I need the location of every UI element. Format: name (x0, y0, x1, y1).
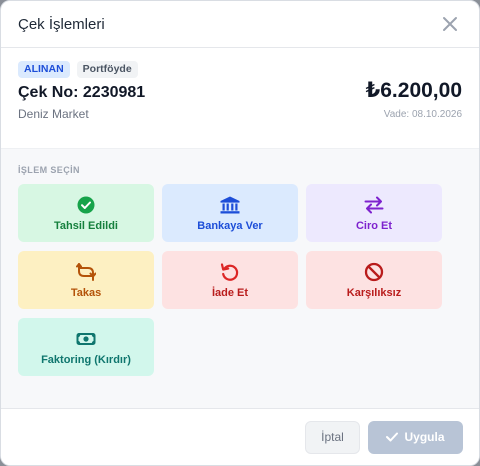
action-label: İade Et (211, 286, 249, 299)
modal-title: Çek İşlemleri (18, 15, 105, 33)
due-date: Vade: 08.10.2026 (383, 109, 462, 120)
arrows-exchange-icon (364, 195, 384, 215)
ban-icon (364, 262, 384, 282)
actions-section: İŞLEM SEÇİN Tahsil Edildi Bankaya Ver Ci… (1, 149, 479, 410)
check-circle-icon (76, 195, 96, 215)
apply-button[interactable]: Uygula (368, 420, 463, 454)
actions-grid: Tahsil Edildi Bankaya Ver Ciro Et Takas (18, 184, 462, 376)
undo-icon (220, 262, 240, 282)
repeat-icon (76, 262, 96, 282)
modal-header: Çek İşlemleri (1, 1, 479, 48)
action-tahsil-edildi[interactable]: Tahsil Edildi (18, 184, 154, 242)
action-label: Bankaya Ver (197, 219, 263, 232)
action-takas[interactable]: Takas (18, 251, 154, 309)
section-label: İŞLEM SEÇİN (18, 165, 80, 175)
close-icon (443, 17, 457, 31)
check-actions-modal: Çek İşlemleri ALINAN Portföyde Çek No: 2… (0, 0, 480, 466)
action-label: Takas (70, 286, 102, 299)
action-iade-et[interactable]: İade Et (162, 251, 298, 309)
action-bankaya-ver[interactable]: Bankaya Ver (162, 184, 298, 242)
money-bill-icon (76, 329, 96, 349)
location-badge: Portföyde (76, 61, 138, 78)
close-button[interactable] (438, 12, 462, 36)
check-amount: ₺6.200,00 (365, 79, 462, 102)
check-icon (386, 432, 399, 442)
apply-label: Uygula (404, 430, 445, 444)
action-karsiliksiz[interactable]: Karşılıksız (306, 251, 442, 309)
action-faktoring[interactable]: Faktoring (Kırdır) (18, 318, 154, 376)
modal-footer: İptal Uygula (1, 408, 479, 465)
action-ciro-et[interactable]: Ciro Et (306, 184, 442, 242)
bank-icon (220, 195, 240, 215)
status-badge: ALINAN (18, 61, 70, 78)
action-label: Tahsil Edildi (54, 219, 118, 232)
cancel-button[interactable]: İptal (305, 420, 360, 454)
action-label: Faktoring (Kırdır) (41, 353, 131, 366)
action-label: Karşılıksız (346, 286, 402, 299)
action-label: Ciro Et (355, 219, 393, 232)
check-info: ALINAN Portföyde Çek No: 2230981 Deniz M… (1, 48, 479, 149)
